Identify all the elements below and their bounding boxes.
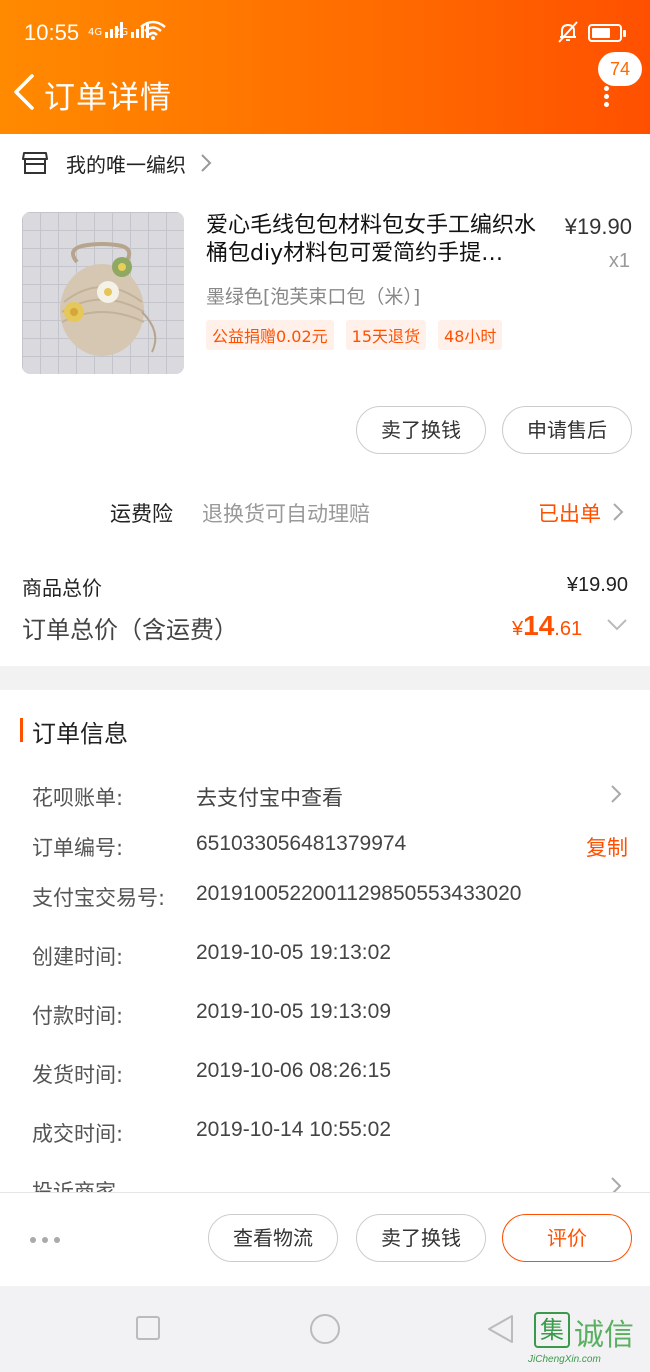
order-total-price: ¥14.61 — [512, 610, 583, 641]
chevron-right-icon[interactable] — [610, 1176, 622, 1192]
status-bar: 10:55 4G 2G — [0, 0, 650, 66]
order-number-label: 订单编号: — [32, 836, 124, 860]
shipping-insurance-status[interactable]: 已出单 — [538, 498, 601, 528]
watermark-brand: 诚信 — [574, 1318, 634, 1353]
status-time: 10:55 — [24, 20, 80, 45]
order-card: 我的唯一编织 爱心毛线包包材料包女手工编织水桶包diy材料包可爱简约手提… ¥1… — [0, 134, 650, 666]
apply-after-sale-button[interactable]: 申请售后 — [502, 406, 632, 454]
review-button[interactable]: 评价 — [502, 1214, 632, 1262]
message-count-badge[interactable]: 74 — [598, 52, 642, 86]
back-triangle-icon[interactable] — [486, 1314, 514, 1344]
shipping-insurance-desc: 退换货可自动理赔 — [202, 502, 370, 526]
product-thumbnail[interactable] — [22, 212, 184, 374]
watermark-logo: 集 — [534, 1312, 570, 1348]
bottom-action-bar: 查看物流 卖了换钱 评价 — [0, 1192, 650, 1286]
created-time-label: 创建时间: — [32, 945, 124, 969]
watermark: 集 诚信 JiChengXin.com — [528, 1308, 650, 1372]
order-total-label: 订单总价（含运费） — [22, 616, 238, 644]
chevron-right-icon[interactable] — [610, 784, 622, 804]
goods-total-price: ¥19.90 — [566, 574, 628, 596]
home-icon[interactable] — [310, 1314, 340, 1344]
recent-apps-icon[interactable] — [136, 1316, 160, 1340]
header-bar: 10:55 4G 2G 订单详情 74 — [0, 0, 650, 134]
alipay-trade-no-value: 2019100522001129850553433020 — [196, 882, 522, 905]
tag-return: 15天退货 — [345, 320, 427, 350]
sell-for-cash-button[interactable]: 卖了换钱 — [356, 406, 486, 454]
copy-order-number-button[interactable]: 复制 — [586, 832, 628, 862]
shipped-time-label: 发货时间: — [32, 1063, 124, 1087]
completed-time-label: 成交时间: — [32, 1122, 124, 1146]
watermark-url: JiChengXin.com — [528, 1354, 601, 1365]
paid-time-label: 付款时间: — [32, 1004, 124, 1028]
bell-muted-icon — [558, 21, 578, 43]
chevron-right-icon[interactable] — [612, 502, 624, 522]
product-title[interactable]: 爱心毛线包包材料包女手工编织水桶包diy材料包可爱简约手提… — [206, 212, 536, 270]
shop-icon — [22, 152, 48, 174]
product-price: ¥19.90 — [564, 214, 632, 239]
sell-for-cash-button[interactable]: 卖了换钱 — [356, 1214, 486, 1262]
page-title: 订单详情 — [44, 80, 172, 116]
order-info-section: 订单信息 花呗账单: 去支付宝中查看 订单编号: 651033056481379… — [0, 690, 650, 1192]
chevron-down-icon[interactable] — [606, 618, 628, 632]
shop-row[interactable]: 我的唯一编织 — [22, 148, 212, 178]
huabei-bill-value[interactable]: 去支付宝中查看 — [196, 782, 343, 812]
more-actions-icon[interactable] — [30, 1237, 60, 1243]
order-number-value: 651033056481379974 — [196, 832, 407, 855]
paid-time-value: 2019-10-05 19:13:09 — [196, 1000, 391, 1023]
order-info-title: 订单信息 — [32, 720, 128, 748]
goods-total-label: 商品总价 — [22, 576, 102, 600]
back-arrow-icon[interactable] — [10, 70, 40, 114]
product-sku: 墨绿色[泡芙束口包（米）] — [206, 286, 421, 308]
system-nav-bar: 集 诚信 JiChengXin.com — [0, 1286, 650, 1372]
shipping-insurance-label: 运费险 — [110, 502, 173, 526]
huabei-bill-label: 花呗账单: — [32, 786, 124, 810]
tag-48h: 48小时 — [438, 320, 503, 350]
tag-charity: 公益捐赠0.02元 — [206, 320, 334, 350]
more-options-icon[interactable] — [600, 86, 612, 110]
chevron-right-icon — [201, 154, 212, 172]
section-marker — [20, 718, 23, 742]
completed-time-value: 2019-10-14 10:55:02 — [196, 1118, 391, 1141]
product-quantity: x1 — [608, 250, 630, 272]
wifi-icon — [140, 20, 166, 40]
created-time-value: 2019-10-05 19:13:02 — [196, 941, 391, 964]
shop-name: 我的唯一编织 — [66, 152, 186, 177]
complain-seller-label[interactable]: 投诉商家 — [32, 1176, 116, 1192]
shipped-time-value: 2019-10-06 08:26:15 — [196, 1059, 391, 1082]
alipay-trade-no-label: 支付宝交易号: — [32, 886, 166, 910]
service-tags: 公益捐赠0.02元 15天退货 48小时 — [206, 320, 503, 350]
view-logistics-button[interactable]: 查看物流 — [208, 1214, 338, 1262]
battery-icon — [588, 24, 626, 42]
